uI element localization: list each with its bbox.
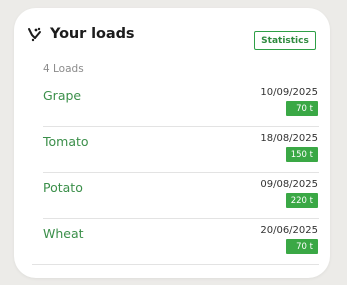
load-name: Grape (43, 88, 82, 103)
hand-grain-icon (28, 27, 41, 42)
load-row-wheat[interactable]: Wheat 20/06/2025 70 t (43, 219, 319, 265)
loads-header: Your loads (27, 26, 134, 42)
quantity-badge: 150 t (285, 147, 318, 162)
loads-count: 4 Loads (43, 63, 84, 75)
load-row-potato[interactable]: Potato 09/08/2025 220 t (43, 173, 319, 219)
quantity-badge: 70 t (286, 239, 318, 254)
load-name: Tomato (43, 134, 89, 149)
page-title: Your loads (50, 26, 135, 42)
quantity-badge: 220 t (285, 193, 318, 208)
list-divider (32, 264, 319, 265)
load-date: 10/09/2025 (260, 87, 318, 98)
load-date: 18/08/2025 (260, 133, 318, 144)
load-date: 20/06/2025 (260, 225, 318, 236)
load-name: Potato (43, 180, 83, 195)
load-row-tomato[interactable]: Tomato 18/08/2025 150 t (43, 127, 319, 173)
load-row-grape[interactable]: Grape 10/09/2025 70 t (43, 81, 319, 127)
load-name: Wheat (43, 226, 84, 241)
statistics-button[interactable]: Statistics (254, 31, 316, 50)
quantity-badge: 70 t (286, 101, 318, 116)
load-date: 09/08/2025 (260, 179, 318, 190)
loads-list: Grape 10/09/2025 70 t Tomato 18/08/2025 … (43, 81, 319, 265)
